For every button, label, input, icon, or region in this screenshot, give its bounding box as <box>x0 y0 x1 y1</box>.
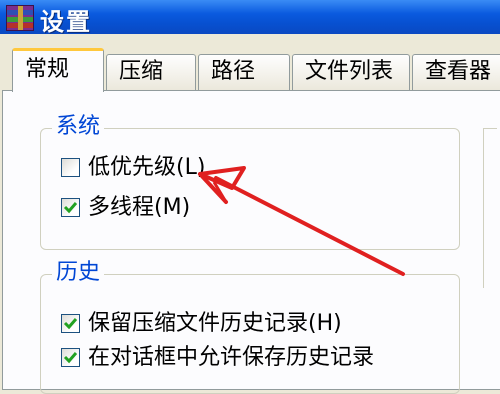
system-group <box>40 128 460 250</box>
multithreading-label[interactable]: 多线程(M) <box>88 195 190 221</box>
system-group-label: 系统 <box>52 114 105 140</box>
title-bar: 设置 <box>0 0 500 34</box>
tab-general[interactable]: 常规 <box>12 48 104 92</box>
tab-compression[interactable]: 压缩 <box>106 54 196 90</box>
multithreading-checkbox[interactable] <box>61 198 80 217</box>
winrar-books-icon <box>6 5 34 31</box>
tab-paths[interactable]: 路径 <box>198 54 290 90</box>
checkmark-icon <box>63 202 78 214</box>
right-group-edge-top <box>483 128 497 129</box>
tab-file-list[interactable]: 文件列表 <box>292 54 410 90</box>
checkmark-icon <box>63 352 78 364</box>
history-group-label: 历史 <box>52 260 105 286</box>
right-group-edge <box>483 128 484 288</box>
checkmark-icon <box>63 318 78 330</box>
keep-history-label[interactable]: 保留压缩文件历史记录(H) <box>88 311 342 337</box>
dialog-history-label[interactable]: 在对话框中允许保存历史记录 <box>88 345 374 371</box>
low-priority-checkbox[interactable] <box>61 158 80 177</box>
tab-viewer[interactable]: 查看器 <box>412 54 500 90</box>
dialog-history-checkbox[interactable] <box>61 348 80 367</box>
low-priority-label[interactable]: 低优先级(L) <box>88 155 205 181</box>
window-title: 设置 <box>40 8 92 34</box>
keep-history-checkbox[interactable] <box>61 314 80 333</box>
